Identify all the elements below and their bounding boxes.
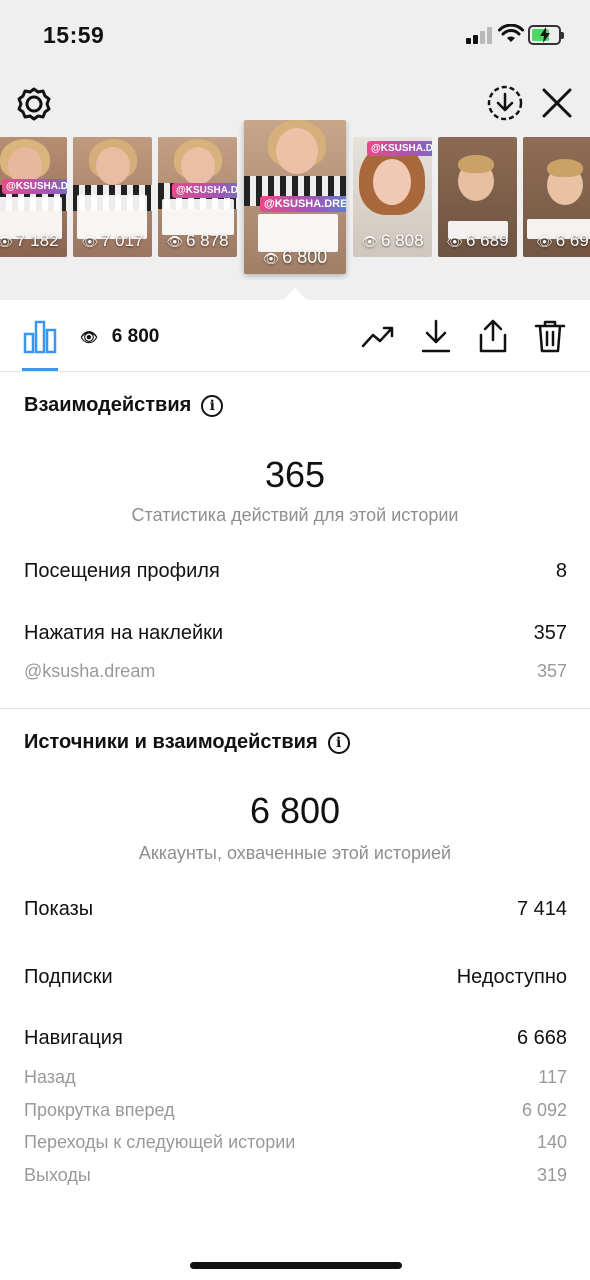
status-time: 15:59: [43, 22, 105, 48]
next-story-row: Переходы к следующей истории 140: [24, 1132, 567, 1152]
interactions-title: Взаимодействия i: [24, 394, 224, 417]
story-thumbnail[interactable]: @KSUSHA.DREAM 👁6 808: [353, 137, 432, 257]
forward-row: Прокрутка вперед 6 092: [24, 1100, 567, 1120]
insights-toolbar: 👁 6 800: [0, 300, 590, 372]
info-icon[interactable]: i: [327, 732, 350, 754]
active-tab-indicator: [22, 368, 58, 371]
eye-icon: 👁: [0, 234, 13, 249]
eye-icon: 👁: [536, 234, 553, 249]
story-thumbnail[interactable]: @KSUSHA.DREAM 👁6 878: [158, 137, 237, 257]
cellular-signal-icon: [466, 27, 492, 44]
story-thumbnails: @KSUSHA.DREAM 👁7 182 👁7 017 @KSUSHA.DREA…: [0, 120, 590, 280]
story-thumbnail-selected[interactable]: @KSUSHA.DREAM 👁6 800: [244, 120, 346, 274]
trash-icon[interactable]: [532, 318, 568, 354]
close-icon[interactable]: [538, 84, 576, 122]
download-icon[interactable]: [418, 318, 454, 354]
interactions-caption: Статистика действий для этой истории: [131, 505, 459, 525]
info-icon[interactable]: i: [201, 395, 224, 417]
follows-row: Подписки Недоступно: [24, 966, 567, 988]
wifi-icon: [498, 24, 524, 42]
battery-icon: [528, 25, 564, 45]
bar-chart-icon[interactable]: [22, 318, 58, 354]
profile-visits-row: Посещения профиля 8: [24, 560, 567, 582]
eye-icon: 👁: [80, 329, 98, 345]
discovery-title: Источники и взаимодействия i: [24, 731, 350, 754]
home-indicator[interactable]: [190, 1262, 402, 1269]
story-thumbnail[interactable]: 👁 7 017: [73, 137, 152, 257]
eye-icon: 👁: [361, 234, 378, 249]
save-story-icon[interactable]: [486, 84, 524, 122]
eye-icon: 👁: [446, 234, 463, 249]
eye-icon: 👁: [81, 234, 98, 249]
interactions-total: 365: [264, 454, 326, 495]
story-view-count: 👁 6 800: [80, 326, 160, 347]
settings-gear-icon[interactable]: [16, 86, 52, 122]
mention-sticker-row[interactable]: @ksusha.dream 357: [24, 661, 567, 682]
section-divider: [0, 708, 590, 709]
eye-icon: 👁: [166, 234, 183, 249]
exits-row: Выходы 319: [24, 1165, 567, 1185]
back-row: Назад 117: [24, 1067, 567, 1087]
reach-caption: Аккаунты, охваченные этой историей: [138, 843, 452, 863]
selected-story-pointer: [283, 288, 307, 300]
reach-total: 6 800: [249, 790, 341, 831]
sticker-taps-row: Нажатия на наклейки 357: [24, 622, 567, 644]
status-bar: 15:59: [0, 0, 590, 70]
trending-up-icon[interactable]: [360, 318, 396, 354]
share-icon[interactable]: [475, 318, 511, 354]
story-thumbnail[interactable]: 👁 6 69: [523, 137, 590, 257]
navigation-row: Навигация 6 668: [24, 1027, 567, 1049]
story-thumbnail[interactable]: 👁 6 689: [438, 137, 517, 257]
impressions-row: Показы 7 414: [24, 898, 567, 920]
eye-icon: 👁: [262, 251, 280, 266]
story-thumbnail[interactable]: @KSUSHA.DREAM 👁7 182: [0, 137, 67, 257]
